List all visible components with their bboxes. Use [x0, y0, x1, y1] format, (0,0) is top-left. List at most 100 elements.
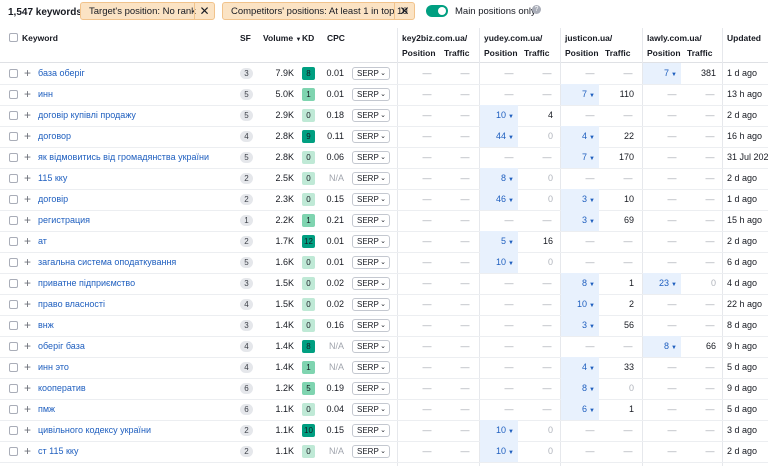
- serp-button[interactable]: SERP ⌄: [352, 340, 390, 353]
- column-sf[interactable]: SF: [240, 33, 251, 43]
- column-keyword[interactable]: Keyword: [22, 33, 58, 43]
- keyword-link[interactable]: договір купівлі продажу: [38, 105, 136, 126]
- row-checkbox[interactable]: [9, 426, 18, 435]
- main-positions-toggle[interactable]: [426, 5, 448, 17]
- serp-button[interactable]: SERP ⌄: [352, 151, 390, 164]
- column-traffic[interactable]: Traffic: [524, 48, 550, 58]
- row-checkbox[interactable]: [9, 342, 18, 351]
- keyword-link[interactable]: приватне підприємство: [38, 273, 135, 294]
- serp-button[interactable]: SERP ⌄: [352, 130, 390, 143]
- position-value[interactable]: 10 ▼: [483, 105, 514, 126]
- column-volume[interactable]: Volume ▼: [263, 33, 301, 43]
- row-checkbox[interactable]: [9, 300, 18, 309]
- add-keyword-icon[interactable]: +: [24, 168, 31, 189]
- keyword-link[interactable]: цивільного кодексу україни: [38, 420, 151, 441]
- serp-button[interactable]: SERP ⌄: [352, 361, 390, 374]
- info-icon[interactable]: ?: [532, 5, 541, 14]
- sf-badge[interactable]: 2: [240, 446, 253, 457]
- sf-badge[interactable]: 4: [240, 362, 253, 373]
- column-traffic[interactable]: Traffic: [444, 48, 470, 58]
- add-keyword-icon[interactable]: +: [24, 399, 31, 420]
- row-checkbox[interactable]: [9, 132, 18, 141]
- serp-button[interactable]: SERP ⌄: [352, 382, 390, 395]
- add-keyword-icon[interactable]: +: [24, 441, 31, 462]
- column-traffic[interactable]: Traffic: [687, 48, 713, 58]
- sf-badge[interactable]: 2: [240, 173, 253, 184]
- serp-button[interactable]: SERP ⌄: [352, 235, 390, 248]
- row-checkbox[interactable]: [9, 279, 18, 288]
- serp-button[interactable]: SERP ⌄: [352, 193, 390, 206]
- column-updated[interactable]: Updated: [727, 33, 761, 43]
- keyword-link[interactable]: инн это: [38, 357, 69, 378]
- add-keyword-icon[interactable]: +: [24, 252, 31, 273]
- close-icon[interactable]: ✕: [394, 3, 414, 19]
- serp-button[interactable]: SERP ⌄: [352, 424, 390, 437]
- position-value[interactable]: 7 ▼: [646, 63, 677, 84]
- sf-badge[interactable]: 5: [240, 152, 253, 163]
- row-checkbox[interactable]: [9, 90, 18, 99]
- add-keyword-icon[interactable]: +: [24, 126, 31, 147]
- position-value[interactable]: 46 ▼: [483, 189, 514, 210]
- row-checkbox[interactable]: [9, 405, 18, 414]
- column-position[interactable]: Position: [647, 48, 681, 58]
- serp-button[interactable]: SERP ⌄: [352, 277, 390, 290]
- keyword-link[interactable]: регистрация: [38, 210, 90, 231]
- keyword-link[interactable]: право власності: [38, 294, 105, 315]
- position-value[interactable]: 3 ▼: [564, 315, 595, 336]
- sf-badge[interactable]: 3: [240, 320, 253, 331]
- row-checkbox[interactable]: [9, 447, 18, 456]
- sf-badge[interactable]: 3: [240, 68, 253, 79]
- row-checkbox[interactable]: [9, 363, 18, 372]
- keyword-link[interactable]: договор: [38, 126, 71, 147]
- add-keyword-icon[interactable]: +: [24, 420, 31, 441]
- position-value[interactable]: 10 ▼: [483, 420, 514, 441]
- keyword-link[interactable]: пмж: [38, 399, 55, 420]
- add-keyword-icon[interactable]: +: [24, 231, 31, 252]
- add-keyword-icon[interactable]: +: [24, 189, 31, 210]
- sf-badge[interactable]: 2: [240, 194, 253, 205]
- add-keyword-icon[interactable]: +: [24, 147, 31, 168]
- row-checkbox[interactable]: [9, 69, 18, 78]
- keyword-link[interactable]: оберіг база: [38, 336, 85, 357]
- serp-button[interactable]: SERP ⌄: [352, 67, 390, 80]
- sf-badge[interactable]: 6: [240, 404, 253, 415]
- position-value[interactable]: 8 ▼: [564, 273, 595, 294]
- keyword-link[interactable]: ат: [38, 231, 47, 252]
- column-cpc[interactable]: CPC: [327, 33, 345, 43]
- sf-badge[interactable]: 3: [240, 278, 253, 289]
- row-checkbox[interactable]: [9, 153, 18, 162]
- position-value[interactable]: 3 ▼: [564, 189, 595, 210]
- keyword-link[interactable]: кооператив: [38, 378, 86, 399]
- add-keyword-icon[interactable]: +: [24, 210, 31, 231]
- sf-badge[interactable]: 6: [240, 383, 253, 394]
- position-value[interactable]: 8 ▼: [646, 336, 677, 357]
- add-keyword-icon[interactable]: +: [24, 273, 31, 294]
- sf-badge[interactable]: 5: [240, 110, 253, 121]
- add-keyword-icon[interactable]: +: [24, 378, 31, 399]
- serp-button[interactable]: SERP ⌄: [352, 88, 390, 101]
- row-checkbox[interactable]: [9, 384, 18, 393]
- position-value[interactable]: 44 ▼: [483, 126, 514, 147]
- keyword-link[interactable]: инн: [38, 84, 53, 105]
- position-value[interactable]: 10 ▼: [483, 441, 514, 462]
- add-keyword-icon[interactable]: +: [24, 84, 31, 105]
- serp-button[interactable]: SERP ⌄: [352, 403, 390, 416]
- sf-badge[interactable]: 5: [240, 89, 253, 100]
- row-checkbox[interactable]: [9, 111, 18, 120]
- position-value[interactable]: 10 ▼: [483, 252, 514, 273]
- row-checkbox[interactable]: [9, 237, 18, 246]
- column-position[interactable]: Position: [402, 48, 436, 58]
- keyword-link[interactable]: внж: [38, 315, 54, 336]
- filter-chip-target-position[interactable]: Target's position: No rank ✕: [80, 2, 215, 20]
- column-traffic[interactable]: Traffic: [605, 48, 631, 58]
- keyword-link[interactable]: ст 115 кку: [38, 441, 78, 462]
- add-keyword-icon[interactable]: +: [24, 315, 31, 336]
- position-value[interactable]: 3 ▼: [564, 210, 595, 231]
- serp-button[interactable]: SERP ⌄: [352, 445, 390, 458]
- position-value[interactable]: 4 ▼: [564, 357, 595, 378]
- position-value[interactable]: 7 ▼: [564, 147, 595, 168]
- position-value[interactable]: 7 ▼: [564, 84, 595, 105]
- position-value[interactable]: 6 ▼: [564, 399, 595, 420]
- close-icon[interactable]: ✕: [194, 3, 214, 19]
- sf-badge[interactable]: 2: [240, 236, 253, 247]
